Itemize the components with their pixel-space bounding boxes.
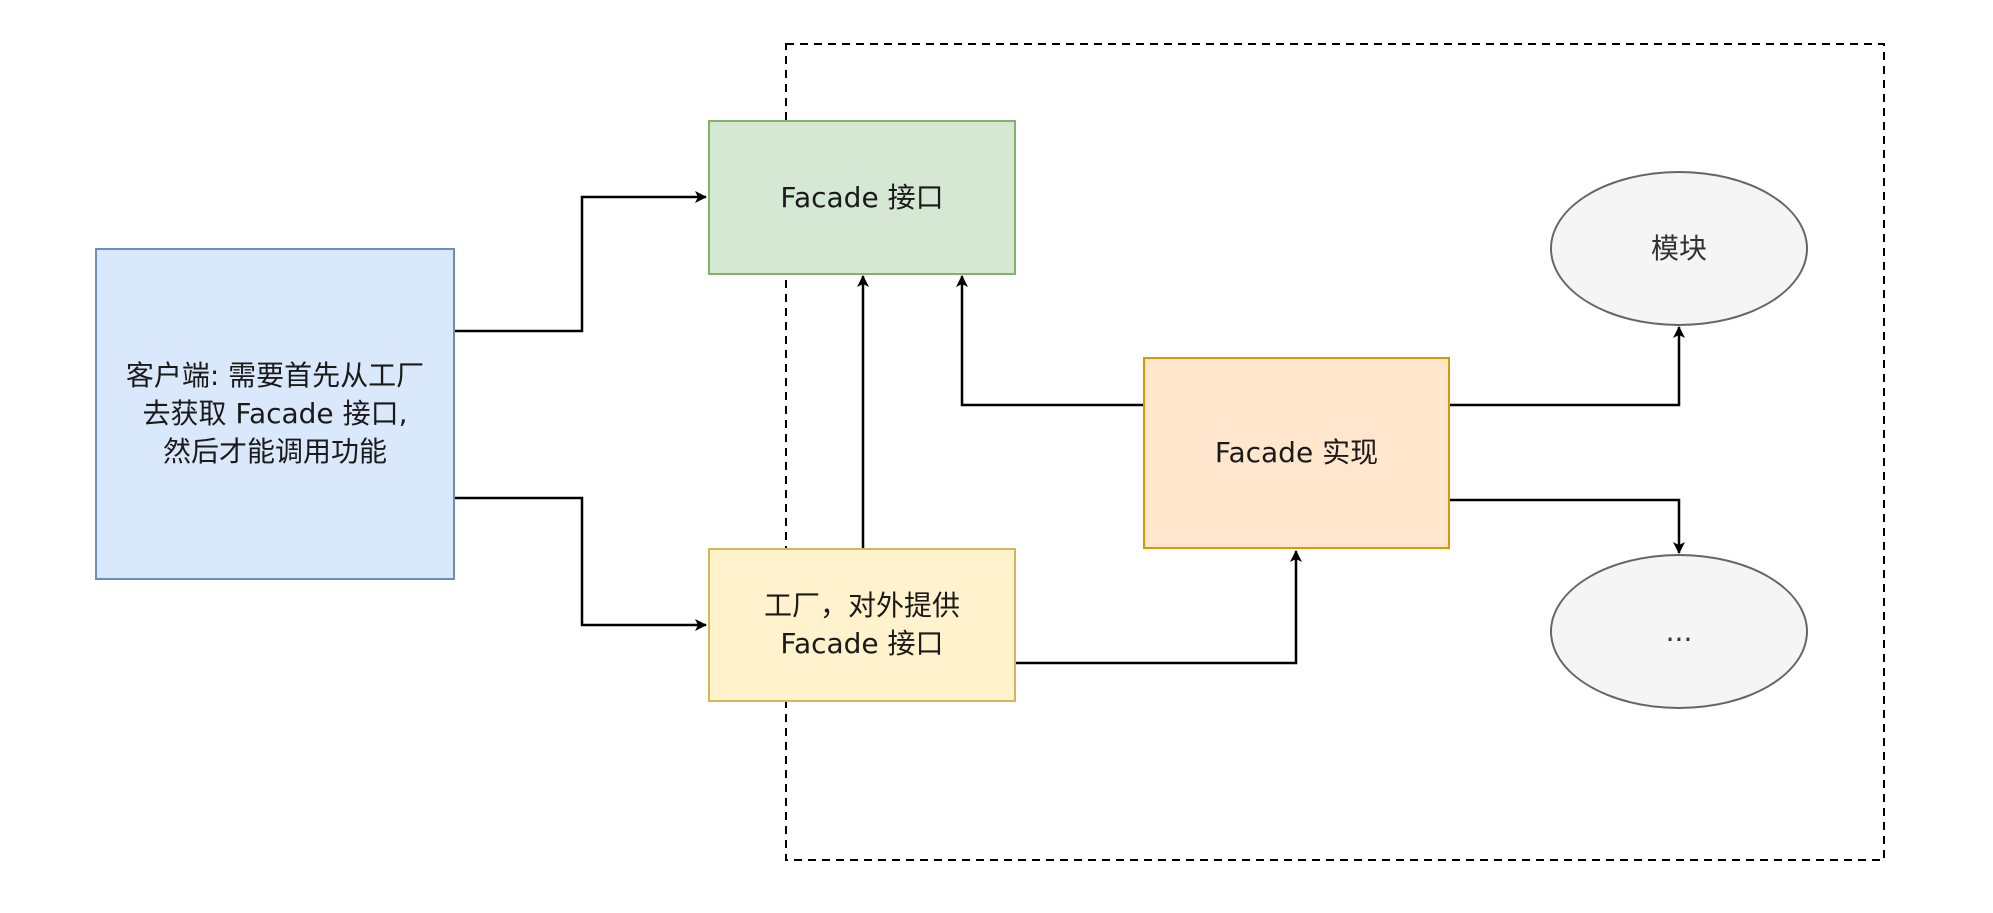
edge-impl-to-more [1450, 498, 1685, 554]
module-ellipse: 模块 [1550, 171, 1808, 326]
edge-impl-to-module [1450, 326, 1685, 407]
edge-impl-to-facade-interface [956, 275, 1143, 407]
factory-box-label: 工厂，对外提供 Facade 接口 [763, 589, 960, 660]
more-modules-ellipse: ... [1550, 554, 1808, 709]
facade-interface-box: Facade 接口 [708, 120, 1016, 275]
client-box-label: 客户端: 需要首先从工厂 去获取 Facade 接口, 然后才能调用功能 [125, 359, 425, 468]
edge-factory-to-impl [1016, 550, 1302, 665]
more-modules-label: ... [1665, 614, 1693, 648]
facade-interface-label: Facade 接口 [780, 180, 944, 214]
client-box: 客户端: 需要首先从工厂 去获取 Facade 接口, 然后才能调用功能 [95, 248, 455, 580]
module-ellipse-label: 模块 [1650, 231, 1707, 265]
facade-impl-label: Facade 实现 [1214, 436, 1379, 470]
facade-impl-box: Facade 实现 [1143, 357, 1450, 549]
edge-client-to-facade-interface [455, 191, 707, 333]
factory-box: 工厂，对外提供 Facade 接口 [708, 548, 1016, 702]
edge-client-to-factory [455, 496, 707, 631]
